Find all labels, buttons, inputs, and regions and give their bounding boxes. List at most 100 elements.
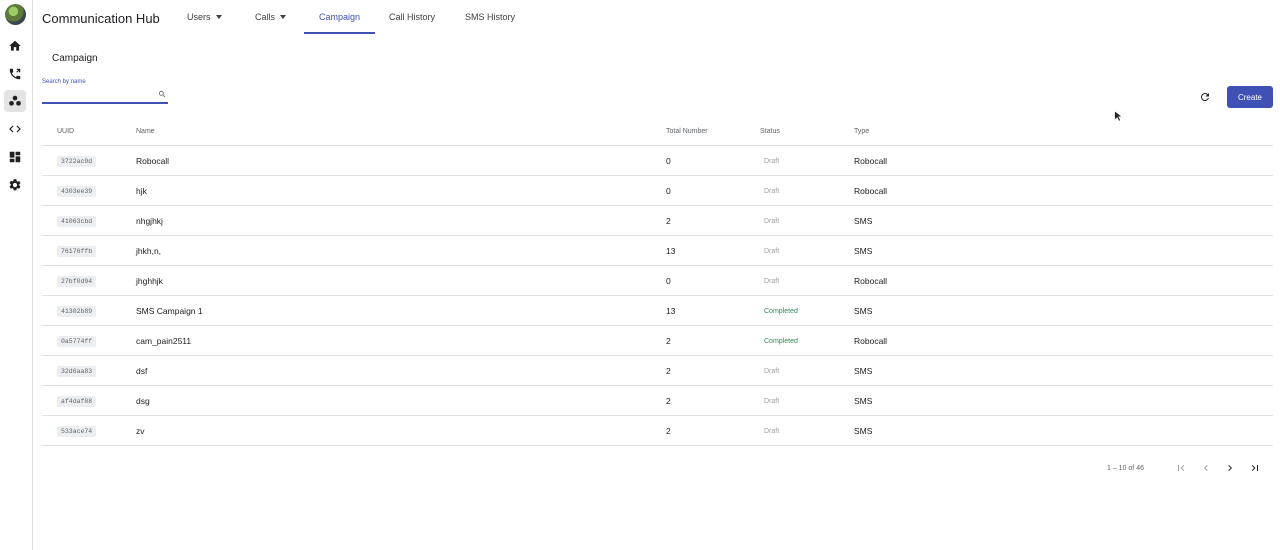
uuid-chip[interactable]: 533ace74 (57, 425, 97, 437)
app-title: Communication Hub (42, 11, 160, 26)
uuid-chip[interactable]: 32d6aa83 (57, 365, 97, 377)
column-header-uuid[interactable]: UUID (57, 128, 74, 135)
status-cell: Completed (764, 296, 798, 326)
total-number-cell: 13 (666, 246, 676, 256)
total-number-cell: 13 (666, 306, 676, 316)
name-cell: jhkh,n, (136, 246, 162, 256)
table-row[interactable]: 0a5774ff cam_pain2511 2 Completed Robocall (42, 326, 1273, 356)
dashboard-icon[interactable] (4, 146, 26, 168)
table-row[interactable]: 41302b89 SMS Campaign 1 13 Completed SMS (42, 296, 1273, 326)
status-cell: Draft (764, 206, 779, 236)
status-cell: Draft (764, 356, 779, 386)
status-cell: Completed (764, 326, 798, 356)
total-number-cell: 2 (666, 366, 671, 376)
home-icon[interactable] (4, 35, 26, 57)
type-cell: SMS (854, 366, 873, 376)
status-cell: Draft (764, 386, 779, 416)
tab-sms-history[interactable]: SMS History (465, 0, 515, 34)
search-field[interactable]: Search by name (42, 78, 168, 104)
refresh-icon (1200, 92, 1209, 101)
uuid-cell: 4303ee39 (57, 176, 97, 206)
tab-campaign[interactable]: Campaign (304, 0, 375, 34)
table-row[interactable]: 41063cbd nhgjhkj 2 Draft SMS (42, 206, 1273, 236)
type-cell: Robocall (854, 336, 888, 346)
column-header-status[interactable]: Status (760, 128, 780, 135)
total-number-cell: 2 (666, 426, 671, 436)
status-badge: Completed (764, 337, 798, 345)
status-cell: Draft (764, 146, 779, 176)
uuid-chip[interactable]: 3722ac9d (57, 155, 97, 167)
code-icon[interactable] (4, 118, 26, 140)
status-badge: Draft (764, 157, 780, 165)
status-badge: Draft (764, 277, 780, 285)
total-number-cell: 0 (666, 156, 671, 166)
tab-calls[interactable]: Calls (255, 0, 287, 34)
tab-users[interactable]: Users (187, 0, 222, 34)
chevron-down-icon (215, 15, 222, 19)
name-cell: SMS Campaign 1 (136, 306, 203, 316)
uuid-cell: 41063cbd (57, 206, 97, 236)
type-cell: Robocall (854, 276, 888, 286)
tab-call-history[interactable]: Call History (389, 0, 435, 34)
total-number-cell: 0 (666, 276, 671, 286)
status-badge: Draft (764, 187, 780, 195)
search-input[interactable] (42, 88, 152, 100)
tab-calls-label: Calls (255, 12, 276, 22)
name-cell: cam_pain2511 (136, 336, 192, 346)
table-row[interactable]: af4daf88 dsg 2 Draft SMS (42, 386, 1273, 416)
uuid-cell: 533ace74 (57, 416, 97, 446)
campaign-icon[interactable] (4, 90, 26, 112)
last-page-button[interactable] (1247, 460, 1263, 476)
uuid-cell: 76176ffb (57, 236, 97, 266)
uuid-cell: 41302b89 (57, 296, 97, 326)
phone-icon[interactable] (4, 63, 26, 85)
type-cell: SMS (854, 306, 873, 316)
uuid-chip[interactable]: af4daf88 (57, 395, 97, 407)
chevron-right-icon (1228, 465, 1232, 471)
uuid-cell: 27bf0d94 (57, 266, 97, 296)
uuid-chip[interactable]: 0a5774ff (57, 335, 97, 347)
uuid-chip[interactable]: 41302b89 (57, 305, 97, 317)
uuid-chip[interactable]: 4303ee39 (57, 185, 97, 197)
table-row[interactable]: 3722ac9d Robocall 0 Draft Robocall (42, 146, 1273, 176)
total-number-cell: 2 (666, 216, 671, 226)
create-button[interactable]: Create (1227, 86, 1273, 108)
first-page-icon (1178, 465, 1185, 471)
table-row[interactable]: 4303ee39 hjk 0 Draft Robocall (42, 176, 1273, 206)
status-badge: Draft (764, 367, 780, 375)
name-cell: jhghhjk (136, 276, 163, 286)
uuid-chip[interactable]: 41063cbd (57, 215, 97, 227)
refresh-button[interactable] (1197, 89, 1213, 105)
name-cell: dsg (136, 396, 150, 406)
status-badge: Draft (764, 247, 780, 255)
column-header-type[interactable]: Type (854, 128, 869, 135)
previous-page-button[interactable] (1198, 460, 1214, 476)
table-row[interactable]: 32d6aa83 dsf 2 Draft SMS (42, 356, 1273, 386)
uuid-chip[interactable]: 76176ffb (57, 245, 97, 257)
type-cell: SMS (854, 426, 873, 436)
table-row[interactable]: 27bf0d94 jhghhjk 0 Draft Robocall (42, 266, 1273, 296)
table-row[interactable]: 533ace74 zv 2 Draft SMS (42, 416, 1273, 446)
first-page-button[interactable] (1173, 460, 1189, 476)
type-cell: SMS (854, 216, 873, 226)
type-cell: Robocall (854, 186, 888, 196)
uuid-cell: 0a5774ff (57, 326, 97, 356)
page-title: Campaign (52, 53, 98, 64)
total-number-cell: 0 (666, 186, 671, 196)
name-cell: dsf (136, 366, 148, 376)
next-page-button[interactable] (1222, 460, 1238, 476)
top-nav: Communication Hub Users Calls Campaign C… (33, 0, 1280, 34)
name-cell: hjk (136, 186, 147, 196)
table-body: 3722ac9d Robocall 0 Draft Robocall 4303ee39 hj… (42, 146, 1273, 446)
search-icon[interactable] (158, 90, 166, 98)
uuid-cell: 3722ac9d (57, 146, 97, 176)
chevron-left-icon (1204, 465, 1208, 471)
column-header-total[interactable]: Total Number (666, 128, 708, 135)
table-row[interactable]: 76176ffb jhkh,n, 13 Draft SMS (42, 236, 1273, 266)
column-header-name[interactable]: Name (136, 128, 155, 135)
status-badge: Draft (764, 217, 780, 225)
chevron-down-icon (280, 15, 287, 19)
avatar[interactable] (5, 4, 26, 25)
uuid-chip[interactable]: 27bf0d94 (57, 275, 97, 287)
settings-icon[interactable] (4, 174, 26, 196)
